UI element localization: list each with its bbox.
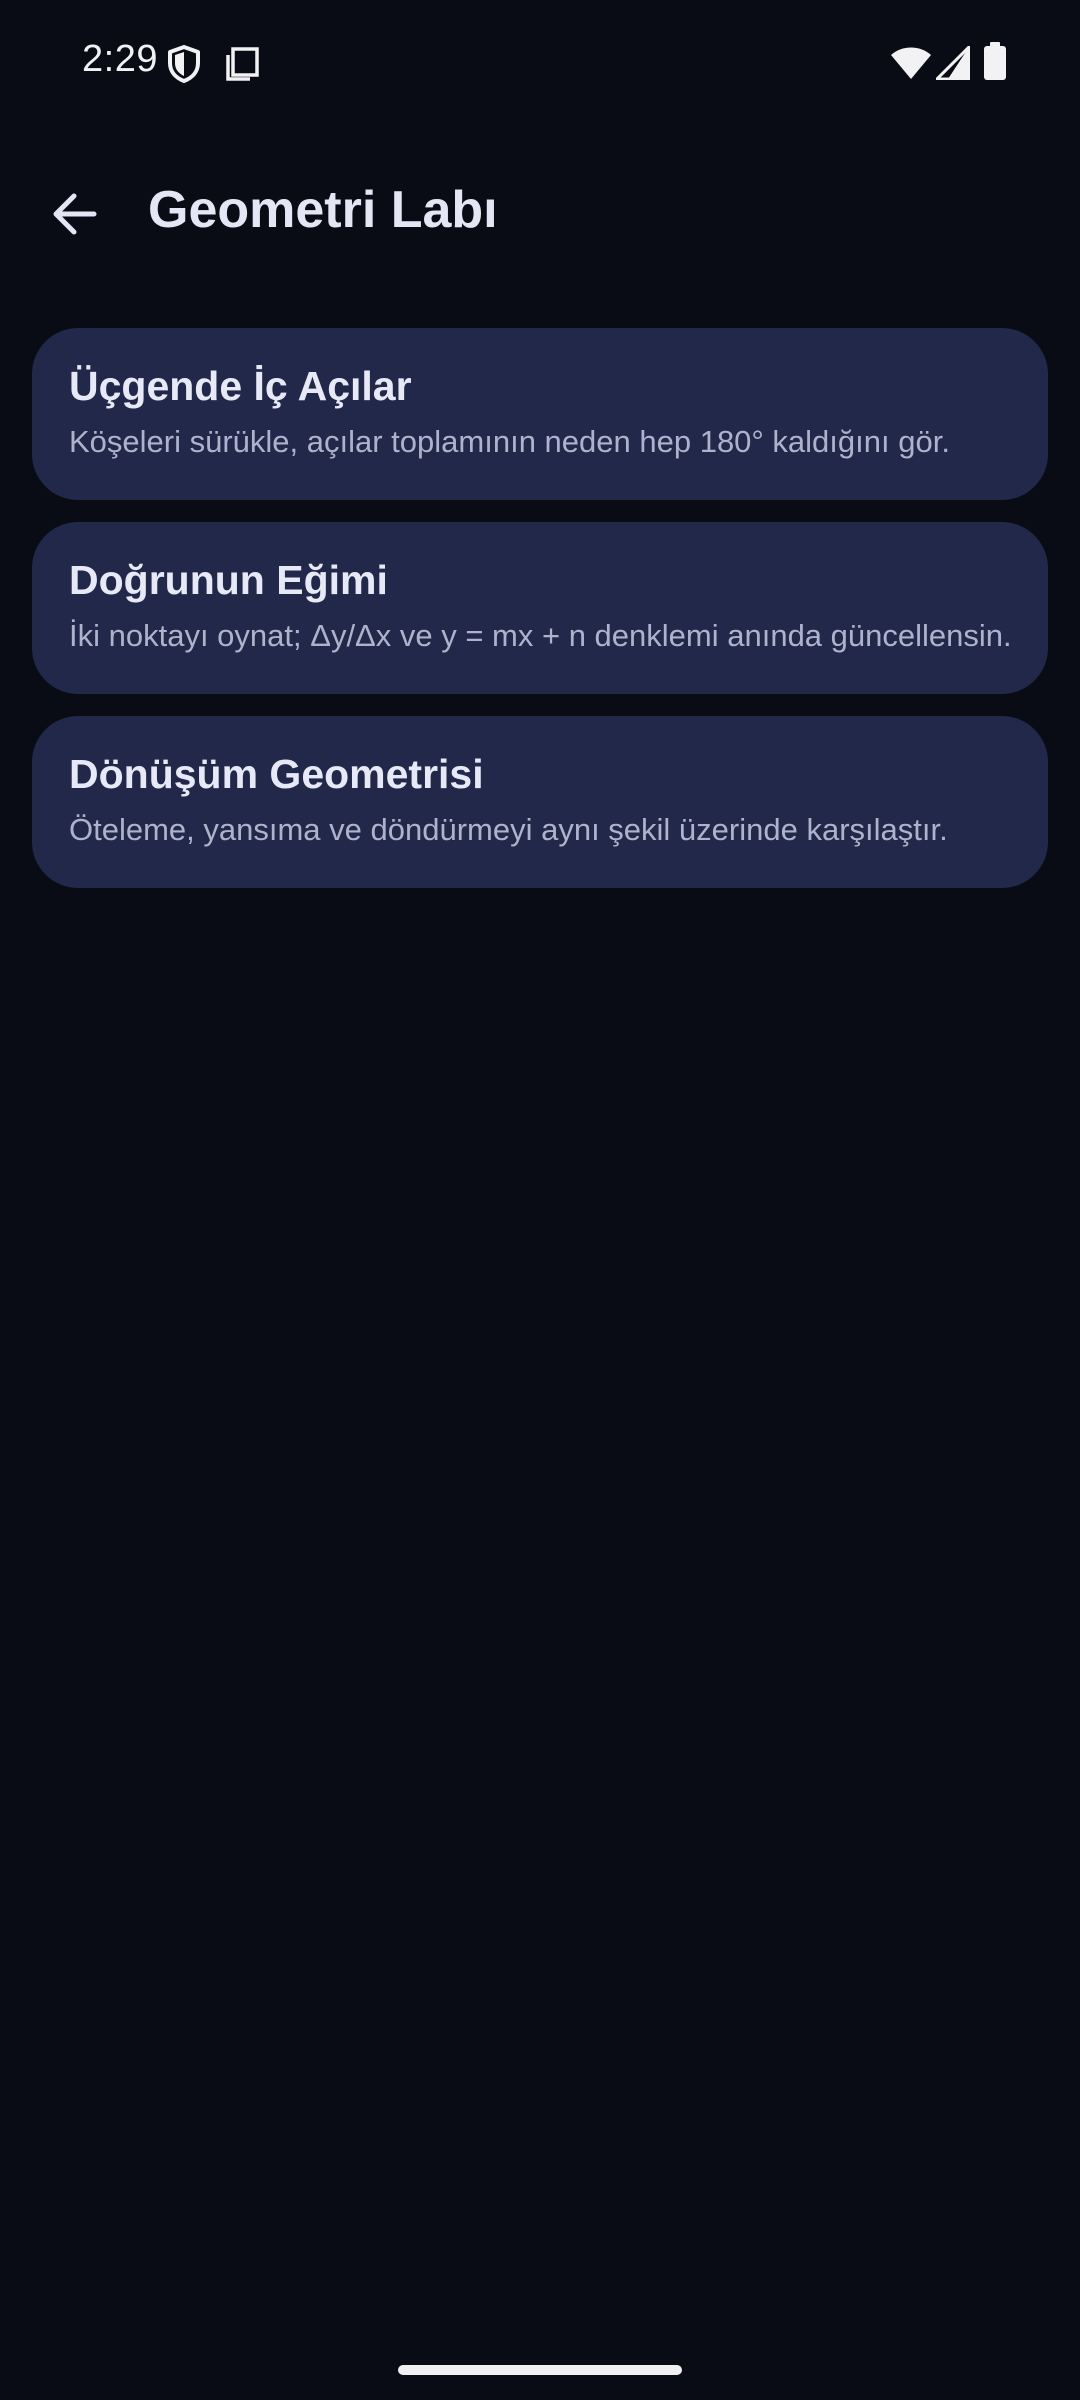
arrow-back-icon [53,193,97,235]
card-title: Dönüşüm Geometrisi [69,750,484,797]
status-time: 2:29 [82,38,158,80]
screen: 2:29 Geometri Labı Üçgende İç Açılar Köş… [0,0,1080,2400]
status-bar: 2:29 [0,0,1080,128]
card-description: Öteleme, yansıma ve döndürmeyi aynı şeki… [69,812,948,848]
card-description: İki noktayı oynat; Δy/Δx ve y = mx + n d… [69,618,1012,654]
battery-icon [984,42,1006,80]
home-gesture-bar[interactable] [398,2365,682,2375]
page-title: Geometri Labı [148,181,498,239]
card-title: Üçgende İç Açılar [69,363,412,409]
wifi-icon [891,47,931,79]
lab-card-list: Üçgende İç Açılar Köşeleri sürükle, açıl… [32,328,1048,910]
lab-card-transformations[interactable]: Dönüşüm Geometrisi Öteleme, yansıma ve d… [32,715,1048,888]
app-bar: Geometri Labı [0,150,1080,274]
lab-card-line-slope[interactable]: Doğrunun Eğimi İki noktayı oynat; Δy/Δx … [32,521,1048,694]
back-button[interactable] [32,172,116,256]
card-description: Köşeleri sürükle, açılar toplamının nede… [69,424,950,460]
cell-signal-icon [936,46,970,80]
lab-card-triangle-angles[interactable]: Üçgende İç Açılar Köşeleri sürükle, açıl… [32,328,1048,500]
card-title: Doğrunun Eğimi [69,556,388,603]
shield-icon [168,45,200,83]
screen-copy-icon [226,47,259,81]
